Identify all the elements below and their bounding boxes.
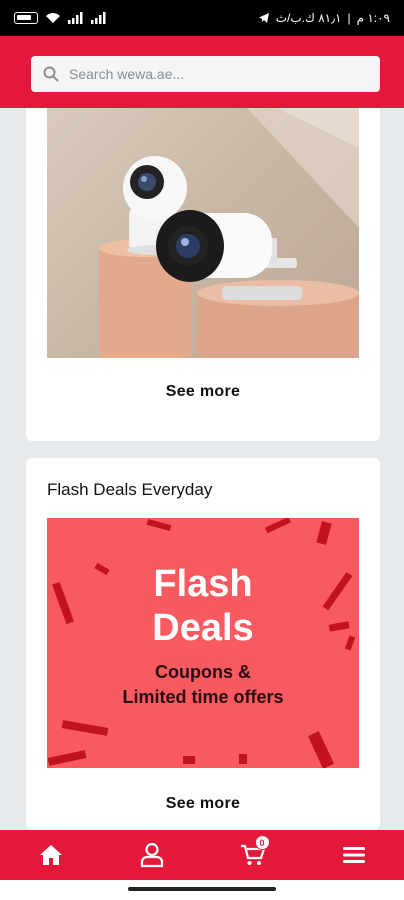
account-icon — [140, 842, 163, 868]
flash-deals-card: Flash Deals Everyday Flash Deals Coupons… — [26, 458, 380, 830]
nav-account[interactable] — [130, 833, 174, 877]
search-bar[interactable] — [31, 56, 380, 92]
status-indicators — [14, 12, 107, 24]
nav-menu[interactable] — [332, 833, 376, 877]
wifi-icon — [46, 13, 60, 23]
cart-count-badge: 0 — [254, 835, 270, 850]
signal-icon — [68, 12, 83, 24]
search-input[interactable] — [69, 66, 349, 82]
see-more-link[interactable]: See more — [26, 795, 380, 813]
flash-banner-sub1: Coupons & — [155, 662, 251, 682]
status-time: ١:٠٩ م — [356, 11, 390, 25]
product-card-cameras: See more — [26, 108, 380, 441]
search-icon — [43, 66, 59, 82]
menu-icon — [342, 847, 365, 863]
home-icon — [39, 845, 62, 865]
nav-home[interactable] — [29, 833, 73, 877]
nav-cart[interactable]: 0 — [231, 833, 275, 877]
status-separator: | — [347, 11, 351, 25]
see-more-link[interactable]: See more — [26, 383, 380, 401]
telegram-icon — [258, 13, 269, 23]
home-gesture-bar[interactable] — [128, 887, 276, 891]
status-speed: ٨١٫١ ك.ب/ث — [275, 11, 342, 25]
security-cameras-image[interactable] — [47, 108, 359, 358]
app-header — [0, 36, 404, 108]
status-bar: ١:٠٩ م | ٨١٫١ ك.ب/ث — [0, 0, 404, 36]
section-title: Flash Deals Everyday — [47, 480, 213, 499]
gesture-area — [0, 880, 404, 900]
flash-banner-sub2: Limited time offers — [122, 687, 284, 707]
flash-banner-line1: Flash — [153, 563, 253, 605]
flash-deals-banner[interactable]: Flash Deals Coupons & Limited time offer… — [47, 518, 359, 768]
flash-banner-line2: Deals — [152, 607, 254, 649]
signal-icon-2 — [91, 12, 106, 24]
status-right: ١:٠٩ م | ٨١٫١ ك.ب/ث — [258, 11, 390, 25]
bottom-navigation: 0 — [0, 830, 404, 880]
battery-icon — [14, 12, 38, 24]
